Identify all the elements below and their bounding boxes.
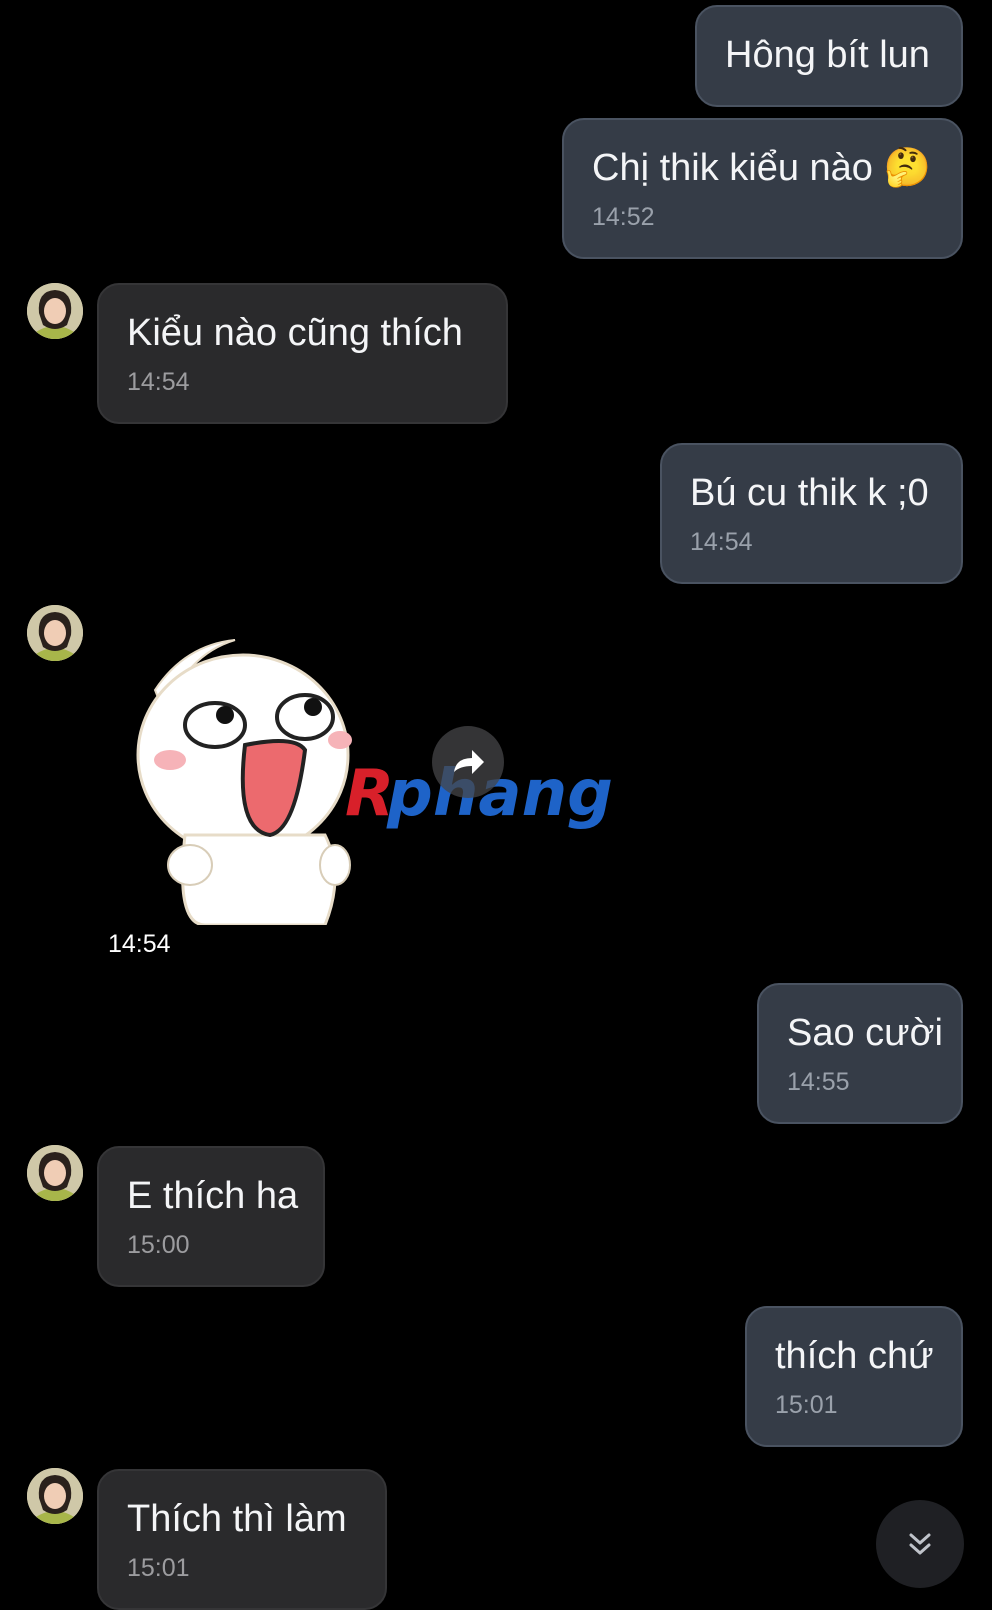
laughing-sticker[interactable] [125,635,365,927]
avatar-image [27,1468,83,1524]
contact-avatar[interactable] [27,283,83,339]
avatar-image [27,1145,83,1201]
message-text: Bú cu thik k ;0 [690,472,929,514]
message-bubble-sent[interactable]: Hông bít lun [695,5,963,107]
message-bubble-received[interactable]: Thích thì làm 15:01 [97,1469,387,1610]
message-time: 14:54 [690,528,753,556]
message-time: 14:54 [127,368,190,396]
sticker-time: 14:54 [104,930,175,959]
message-bubble-received[interactable]: E thích ha 15:00 [97,1146,325,1287]
message-text: Hông bít lun [725,34,930,76]
scroll-to-bottom-button[interactable] [876,1500,964,1588]
message-bubble-sent[interactable]: thích chứ 15:01 [745,1306,963,1447]
message-text: Chị thik kiểu nào 🤔 [592,147,931,189]
message-bubble-sent[interactable]: Sao cười 14:55 [757,983,963,1124]
avatar-image [27,283,83,339]
message-text: E thích ha [127,1175,299,1217]
message-bubble-received[interactable]: Kiểu nào cũng thích 14:54 [97,283,508,424]
message-bubble-sent[interactable]: Chị thik kiểu nào 🤔 14:52 [562,118,963,259]
message-bubble-sent[interactable]: Bú cu thik k ;0 14:54 [660,443,963,584]
message-time: 15:01 [775,1391,838,1419]
message-time: 14:55 [787,1068,850,1096]
contact-avatar[interactable] [27,605,83,661]
contact-avatar[interactable] [27,1145,83,1201]
message-time: 15:00 [127,1231,190,1259]
avatar-image [27,605,83,661]
message-text: Sao cười [787,1012,943,1054]
forward-button[interactable] [432,726,504,798]
message-time: 15:01 [127,1554,190,1582]
sticker-image [136,639,352,927]
message-text: Kiểu nào cũng thích [127,312,463,354]
message-text: Thích thì làm [127,1498,347,1540]
message-text: thích chứ [775,1335,934,1377]
message-time: 14:52 [592,203,655,231]
double-chevron-down-icon [909,1533,931,1555]
contact-avatar[interactable] [27,1468,83,1524]
forward-arrow-icon [454,750,484,774]
